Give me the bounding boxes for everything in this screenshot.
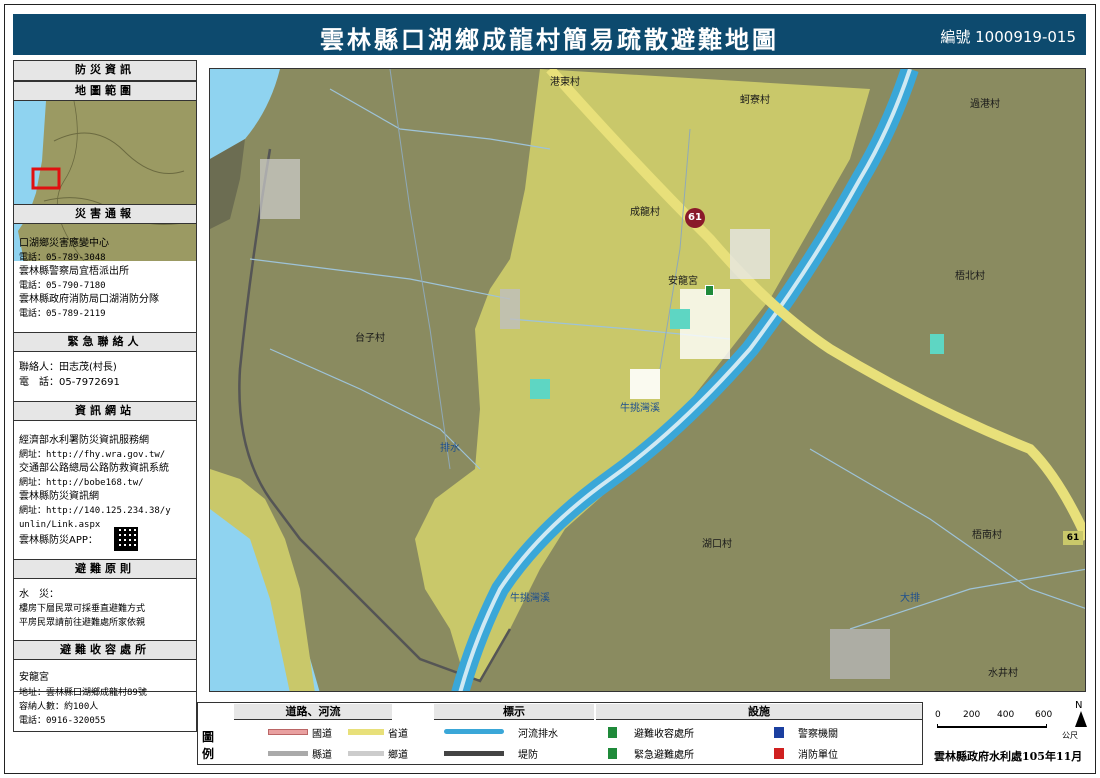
map-credit: 雲林縣政府水利處105年11月 bbox=[934, 750, 1083, 763]
river-icon bbox=[444, 729, 504, 734]
levee-icon bbox=[444, 751, 504, 756]
north-arrow-icon bbox=[1075, 711, 1087, 727]
legend-col-roads: 道路、河流 bbox=[234, 704, 392, 720]
police-icon bbox=[774, 727, 784, 738]
section-header-web: 資訊網站 bbox=[14, 401, 196, 421]
contact-phone-2: 電話：05-790-7180 bbox=[19, 281, 106, 291]
legend-title: 圖 例 bbox=[202, 730, 239, 761]
legend-provincial: 省道 bbox=[388, 729, 408, 740]
county-road-icon bbox=[268, 751, 308, 756]
info-sidebar: 防災資訊 地圖範圍 災害通報 口湖鄉災害應變中心 電話：05-789-3048 … bbox=[13, 60, 197, 692]
emergency-contact: 聯絡人：田志茂(村長) bbox=[19, 362, 117, 373]
label-drain-2: 大排 bbox=[900, 593, 920, 604]
site-name-3: 雲林縣防災資訊網 bbox=[19, 491, 99, 502]
label-hukou: 湖口村 bbox=[702, 539, 732, 550]
shelter-capacity: 容納人數：約100人 bbox=[19, 702, 99, 712]
label-village-main: 成龍村 bbox=[630, 207, 660, 218]
label-temple: 安龍宮 bbox=[668, 276, 698, 287]
contact-name-2: 雲林縣警察局宜梧派出所 bbox=[19, 266, 129, 277]
contact-name-3: 雲林縣政府消防局口湖消防分隊 bbox=[19, 294, 159, 305]
scale-tick-200: 200 bbox=[963, 710, 981, 720]
shelter-marker-icon[interactable] bbox=[705, 285, 714, 296]
shelter-icon bbox=[608, 727, 617, 738]
label-guogang: 過港村 bbox=[970, 99, 1000, 110]
route-61-shield: 61 bbox=[685, 208, 705, 228]
map-canvas bbox=[210, 69, 1085, 691]
scale-tick-0: 0 bbox=[935, 710, 941, 720]
map-legend: 圖 例 道路、河流 標示 設施 國道 省道 縣道 鄉道 河流排水 堤防 避難收容… bbox=[197, 702, 923, 765]
qr-code-icon[interactable] bbox=[114, 527, 138, 551]
contact-phone-1: 電話：05-789-3048 bbox=[19, 253, 106, 263]
section-header-emergency: 緊急聯絡人 bbox=[14, 332, 196, 352]
shelter-address: 地址：雲林縣口湖鄉成龍村89號 bbox=[19, 688, 147, 698]
pond bbox=[530, 379, 550, 399]
section-header-shelter: 避難收容處所 bbox=[14, 640, 196, 660]
label-keliao: 蚵寮村 bbox=[740, 95, 770, 106]
map-title: 雲林縣口湖鄉成龍村簡易疏散避難地圖 bbox=[320, 25, 779, 54]
scale-unit: 公尺 bbox=[1062, 731, 1078, 740]
shelter-name: 安龍宮 bbox=[19, 672, 49, 683]
section-header-range: 地圖範圍 bbox=[14, 81, 196, 101]
app-label: 雲林縣防災APP： bbox=[19, 535, 98, 546]
section-header-principle: 避難原則 bbox=[14, 559, 196, 579]
legend-river: 河流排水 bbox=[518, 729, 558, 740]
main-map[interactable]: 港東村 蚵寮村 過港村 成龍村 61 安龍宮 梧北村 台子村 湖口村 梧南村 水… bbox=[209, 68, 1086, 692]
legend-shelter: 避難收容處所 bbox=[634, 729, 694, 740]
route-61-marker-east: 61 bbox=[1063, 531, 1083, 545]
principle-line-1: 樓房下層民眾可採垂直避難方式 bbox=[19, 604, 146, 614]
provincial-road-icon bbox=[348, 729, 384, 735]
title-bar: 雲林縣口湖鄉成龍村簡易疏散避難地圖 編號 1000919-015 bbox=[13, 14, 1086, 55]
label-wunan: 梧南村 bbox=[972, 530, 1002, 541]
section-header-contact: 災害通報 bbox=[14, 204, 196, 224]
site-url-2: 網址：http://bobe168.tw/ bbox=[19, 478, 144, 488]
contact-name-1: 口湖鄉災害應變中心 bbox=[19, 238, 109, 249]
legend-levee: 堤防 bbox=[518, 750, 538, 761]
site-name-1: 經濟部水利署防災資訊服務網 bbox=[19, 435, 149, 446]
label-shuijing: 水井村 bbox=[988, 668, 1018, 679]
principle-line-2: 平房民眾請前往避難處所家依親 bbox=[19, 618, 146, 628]
site-url-3: 網址：http://140.125.234.38/y bbox=[19, 506, 171, 516]
legend-county: 縣道 bbox=[312, 750, 332, 761]
principle-title: 水 災： bbox=[19, 589, 59, 600]
national-road-icon bbox=[268, 729, 308, 735]
scale-bar: 0 200 400 600 bbox=[935, 710, 1075, 734]
label-drain-1: 排水 bbox=[440, 443, 460, 454]
label-gangdong: 港東村 bbox=[550, 77, 580, 88]
label-river-1: 牛挑灣溪 bbox=[620, 403, 660, 414]
legend-col-marks: 標示 bbox=[434, 704, 594, 720]
section-header-info: 防災資訊 bbox=[14, 61, 196, 81]
scale-tick-400: 400 bbox=[997, 710, 1015, 720]
map-code: 編號 1000919-015 bbox=[940, 28, 1076, 46]
emergency-phone: 電 話：05-7972691 bbox=[19, 377, 120, 388]
label-river-2: 牛挑灣溪 bbox=[510, 593, 550, 604]
legend-fire: 消防單位 bbox=[798, 750, 838, 761]
contact-phone-3: 電話：05-789-2119 bbox=[19, 309, 106, 319]
site-url-1: 網址：http://fhy.wra.gov.tw/ bbox=[19, 450, 166, 460]
north-label: N bbox=[1075, 700, 1083, 711]
label-taizi: 台子村 bbox=[355, 333, 385, 344]
legend-title-box: 圖 例 bbox=[198, 703, 232, 764]
legend-township: 鄉道 bbox=[388, 750, 408, 761]
fire-icon bbox=[774, 748, 784, 759]
temp-shelter-icon bbox=[608, 748, 617, 759]
legend-national: 國道 bbox=[312, 729, 332, 740]
legend-police: 警察機關 bbox=[798, 729, 838, 740]
legend-col-facilities: 設施 bbox=[596, 704, 922, 720]
site-url-3b: unlin/Link.aspx bbox=[19, 520, 101, 530]
shelter-phone: 電話：0916-320055 bbox=[19, 716, 106, 726]
label-wubei: 梧北村 bbox=[955, 271, 985, 282]
scale-tick-600: 600 bbox=[1035, 710, 1053, 720]
shelter-details: 地址：雲林縣口湖鄉成龍村89號 容納人數：約100人 電話：0916-32005… bbox=[13, 688, 197, 732]
site-name-2: 交通部公路總局公路防救資訊系統 bbox=[19, 463, 169, 474]
legend-temp-shelter: 緊急避難處所 bbox=[634, 750, 694, 761]
township-road-icon bbox=[348, 751, 384, 756]
north-arrow: N bbox=[1075, 700, 1087, 727]
